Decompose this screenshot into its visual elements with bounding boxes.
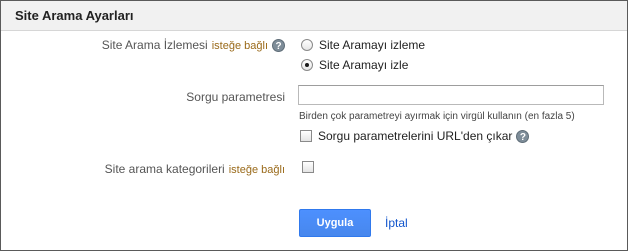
radio-button[interactable]	[301, 39, 313, 51]
strip-params-checkbox[interactable]	[300, 130, 312, 142]
help-icon[interactable]: ?	[516, 129, 530, 143]
query-hint: Birden çok parametreyi ayırmak için virg…	[299, 111, 575, 122]
query-label: Sorgu parametresi	[186, 90, 285, 104]
strip-params-label: Sorgu parametrelerini URL'den çıkar	[318, 129, 513, 143]
apply-button[interactable]: Uygula	[299, 209, 371, 237]
categories-label-row: Site arama kategorileri isteğe bağlı	[105, 162, 285, 176]
panel-header: Site Arama Ayarları	[1, 1, 627, 31]
cancel-link[interactable]: İptal	[385, 216, 408, 230]
help-icon[interactable]: ?	[272, 39, 285, 53]
tracking-label-row: Site Arama İzlemesi isteğe bağlı?	[101, 38, 285, 53]
query-parameter-input[interactable]	[298, 85, 604, 105]
categories-row[interactable]	[302, 161, 314, 173]
categories-label: Site arama kategorileri	[104, 162, 225, 176]
categories-checkbox[interactable]	[302, 161, 314, 173]
settings-panel: Site Arama Ayarları Site Arama İzlemesi i…	[0, 0, 628, 251]
radio-dont-track[interactable]: Site Aramayı izleme	[301, 37, 425, 53]
radio-button-selected[interactable]	[301, 59, 313, 71]
tracking-label: Site Arama İzlemesi	[101, 38, 208, 52]
radio-label: Site Aramayı izle	[319, 58, 409, 72]
optional-tag: isteğe bağlı	[228, 164, 285, 176]
radio-label: Site Aramayı izleme	[319, 38, 426, 52]
strip-params-row[interactable]: Sorgu parametrelerini URL'den çıkar ?	[300, 129, 530, 143]
panel-title: Site Arama Ayarları	[15, 8, 134, 23]
radio-track[interactable]: Site Aramayı izle	[301, 57, 408, 73]
optional-tag: isteğe bağlı	[211, 40, 268, 52]
